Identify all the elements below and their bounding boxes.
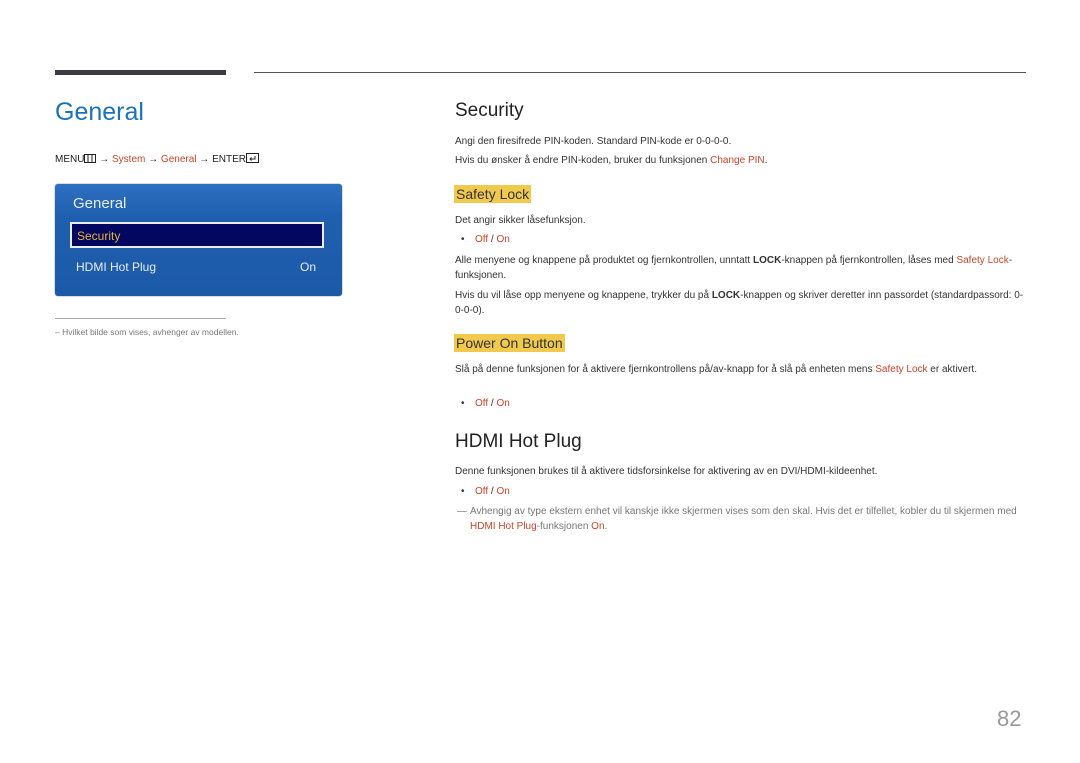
text: -funksjonen: [536, 520, 592, 532]
safety-lock-link: Safety Lock: [956, 255, 1009, 266]
change-pin-link: Change PIN: [710, 155, 765, 166]
page-number: 82: [997, 706, 1022, 731]
osd-menu-screenshot: General Security HDMI Hot Plug On: [55, 184, 342, 296]
text: Hvis du ønsker å endre PIN-koden, bruker…: [455, 155, 711, 166]
on-value: On: [591, 520, 605, 532]
path-enter: ENTER: [212, 154, 246, 165]
path-menu: MENU: [55, 154, 85, 165]
hdmi-hot-plug-desc: Denne funksjonen brukes til å aktivere t…: [455, 466, 878, 477]
header-rule-thick: [55, 70, 226, 75]
enter-icon: [245, 153, 259, 166]
heading-hdmi-hot-plug: HDMI Hot Plug: [455, 431, 582, 452]
text: .: [604, 520, 608, 532]
menu-path: MENU → System → General → ENTER: [55, 153, 259, 166]
arrow-icon: →: [199, 154, 210, 165]
path-system: System: [112, 154, 146, 165]
lock-key: LOCK: [752, 255, 782, 266]
lock-key: LOCK: [711, 290, 741, 301]
option-sep: /: [488, 234, 497, 245]
arrow-icon: →: [99, 154, 110, 165]
page-title: General: [55, 98, 144, 126]
osd-item-label: Security: [77, 229, 121, 243]
hdmi-hot-plug-note: — Avhengig av type ekstern enhet vil kans…: [457, 505, 1027, 534]
osd-item-label: HDMI Hot Plug: [76, 260, 157, 274]
power-on-button-desc: Slå på denne funksjonen for å aktivere f…: [455, 363, 1025, 378]
safety-lock-link: Safety Lock: [875, 364, 928, 375]
safety-lock-p2: Hvis du vil låse opp menyene og knappene…: [455, 289, 1025, 318]
power-on-button-options: • Off / On: [461, 398, 510, 409]
option-off: Off: [475, 234, 489, 245]
option-off: Off: [475, 486, 489, 497]
text: -knappen på fjernkontrollen, låses med: [781, 255, 957, 266]
security-line1: Angi den firesifrede PIN-koden. Standard…: [455, 136, 732, 147]
option-on: On: [496, 486, 510, 497]
option-off: Off: [475, 398, 489, 409]
hdmi-hot-plug-options: • Off / On: [461, 486, 510, 497]
path-general: General: [160, 154, 197, 165]
text: Alle menyene og knappene på produktet og…: [455, 255, 753, 266]
heading-power-on-button: Power On Button: [454, 334, 565, 352]
footnote-divider: [55, 318, 226, 319]
option-on: On: [496, 398, 510, 409]
bullet-icon: •: [461, 486, 465, 497]
option-sep: /: [488, 398, 497, 409]
footnote: – Hvilket bilde som vises, avhenger av m…: [55, 327, 239, 337]
heading-security: Security: [455, 100, 524, 121]
bullet-icon: •: [461, 398, 465, 409]
option-sep: /: [488, 486, 497, 497]
text: Avhengig av type ekstern enhet vil kansk…: [470, 506, 1017, 517]
safety-lock-options: • Off / On: [461, 234, 510, 245]
safety-lock-desc: Det angir sikker låsefunksjon.: [455, 215, 586, 226]
heading-safety-lock: Safety Lock: [454, 185, 532, 203]
osd-title: General: [73, 195, 127, 212]
safety-lock-p1: Alle menyene og knappene på produktet og…: [455, 254, 1025, 283]
header-rule-thin: [254, 72, 1026, 73]
text: .: [764, 155, 768, 166]
menu-icon: [84, 154, 97, 166]
option-on: On: [496, 234, 510, 245]
osd-item-security[interactable]: Security: [70, 222, 324, 248]
note-icon: —: [457, 506, 467, 517]
osd-item-hdmi-hot-plug[interactable]: HDMI Hot Plug On: [76, 260, 316, 274]
arrow-icon: →: [148, 154, 159, 165]
security-line2: Hvis du ønsker å endre PIN-koden, bruker…: [455, 154, 1025, 169]
text: er aktivert.: [927, 364, 977, 375]
bullet-icon: •: [461, 234, 465, 245]
osd-item-value: On: [299, 260, 316, 274]
hdmi-hot-plug-link: HDMI Hot Plug: [470, 520, 537, 532]
text: Hvis du vil låse opp menyene og knappene…: [455, 290, 712, 301]
text: Slå på denne funksjonen for å aktivere f…: [455, 364, 876, 375]
